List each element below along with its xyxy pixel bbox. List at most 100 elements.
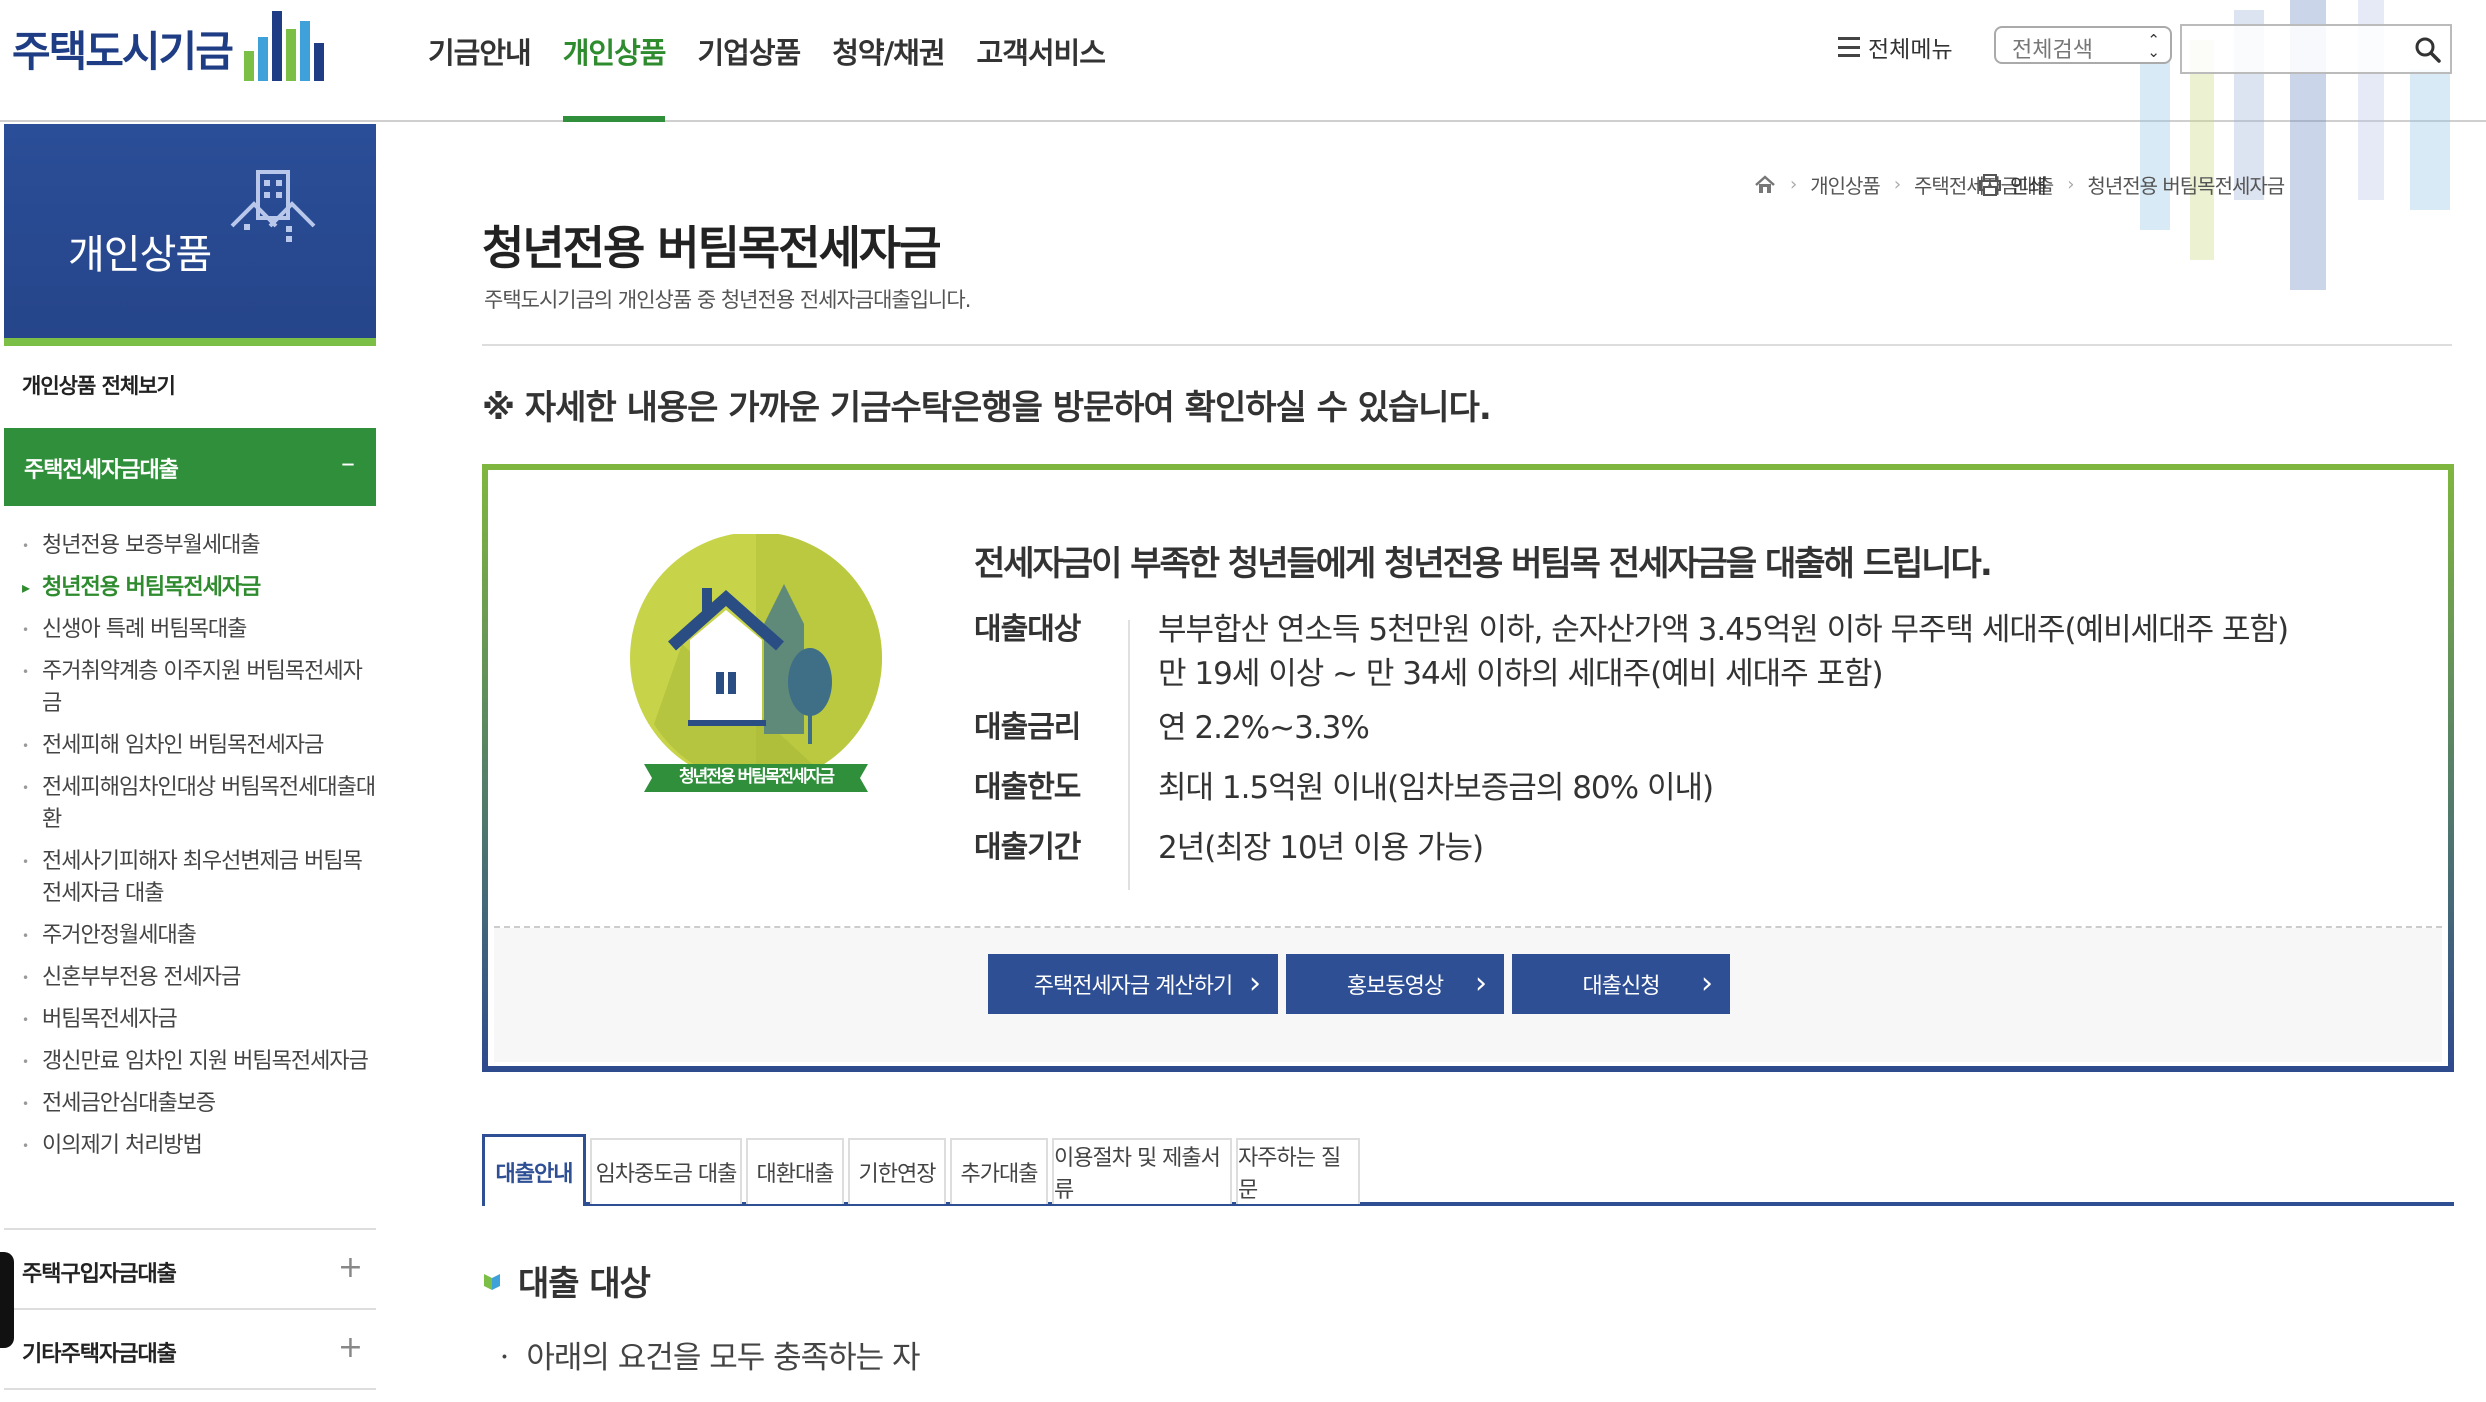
side-handle[interactable]	[0, 1252, 14, 1348]
title-divider	[482, 344, 2452, 346]
breadcrumb-current: 청년전용 버팀목전세자금	[2087, 174, 2285, 198]
chevron-right-icon: ›	[1475, 966, 1487, 1001]
lnb-sub-list: 청년전용 보증부월세대출 청년전용 버팀목전세자금 신생아 특례 버팀목대출 주…	[22, 530, 376, 1172]
promo-video-button[interactable]: 홍보동영상 ›	[1286, 954, 1504, 1014]
lnb-sub-item[interactable]: 전세사기피해자 최우선변제금 버팀목 전세자금 대출	[22, 846, 376, 910]
tab-procedure-documents[interactable]: 이용절차 및 제출서류	[1052, 1138, 1232, 1204]
section-heading: 대출 대상	[482, 1256, 651, 1305]
button-label: 홍보동영상	[1346, 974, 1444, 999]
tab-faq[interactable]: 자주하는 질문	[1236, 1138, 1360, 1204]
lnb-sub-item[interactable]: 버팀목전세자금	[22, 1004, 376, 1036]
section-title: 대출 대상	[518, 1264, 651, 1304]
lnb-group-other-loan[interactable]: 기타주택자금대출 +	[22, 1330, 363, 1368]
lnb-sub-item[interactable]: 전세금안심대출보증	[22, 1088, 376, 1120]
logo-text: 주택도시기금	[12, 26, 234, 76]
tab-interim-payment[interactable]: 임차중도금 대출	[590, 1138, 742, 1204]
card-headline: 전세자금이 부족한 청년들에게 청년전용 버팀목 전세자금을 대출해 드립니다.	[974, 544, 1993, 584]
expand-icon: +	[337, 1330, 363, 1365]
logo-mark-icon	[242, 9, 332, 87]
gnb-customer-service[interactable]: 고객서비스	[977, 30, 1106, 122]
lnb-sub-item[interactable]: 갱신만료 임차인 지원 버팀목전세자금	[22, 1046, 376, 1078]
info-value: 최대 1.5억원 이내(임차보증금의 80% 이내)	[1158, 770, 1714, 806]
search-scope-value: 전체검색	[2012, 38, 2093, 63]
info-label: 대출대상	[974, 612, 1081, 647]
expand-icon: +	[337, 1250, 363, 1285]
info-value-line: 부부합산 연소득 5천만원 이하, 순자산가액 3.45억원 이하 무주택 세대…	[1158, 612, 2289, 648]
lnb-group-jeonse-loan[interactable]: 주택전세자금대출 –	[4, 428, 376, 506]
left-nav: 개인상품 개인상품 전체보기 주택전세자금대출 – 청년전용 보증부월세대출 청…	[0, 122, 378, 1402]
calculator-button[interactable]: 주택전세자금 계산하기 ›	[988, 954, 1278, 1014]
collapse-icon: –	[341, 446, 355, 479]
printer-icon	[1979, 173, 2001, 196]
info-row-period: 대출기간 2년(최장 10년 이용 가능)	[974, 826, 2424, 870]
button-label: 주택전세자금 계산하기	[1033, 974, 1233, 999]
gnb-subscription-bonds[interactable]: 청약/채권	[832, 30, 945, 122]
lnb-sub-item[interactable]: 전세피해 임차인 버팀목전세자금	[22, 730, 376, 762]
loan-info-table: 대출대상 부부합산 연소득 5천만원 이하, 순자산가액 3.45억원 이하 무…	[974, 608, 2424, 870]
site-header: 주택도시기금 기금안내 개인상품 기업상품 청약/채권 고객서비스 전체메뉴 전…	[0, 0, 2486, 290]
info-value: 연 2.2%~3.3%	[1158, 710, 1370, 746]
lnb-group-label: 주택구입자금대출	[22, 1262, 177, 1287]
badge-label: 청년전용 버팀목전세자금	[679, 767, 835, 787]
gnb-corporate-products[interactable]: 기업상품	[697, 30, 801, 122]
info-value: 부부합산 연소득 5천만원 이하, 순자산가액 3.45억원 이하 무주택 세대…	[1134, 608, 2289, 696]
lnb-divider	[4, 1228, 376, 1230]
lnb-banner-accent	[4, 338, 376, 346]
lnb-all-products-link[interactable]: 개인상품 전체보기	[22, 370, 176, 400]
breadcrumb-item[interactable]: 개인상품	[1810, 170, 1881, 199]
tab-extension[interactable]: 기한연장	[848, 1138, 946, 1204]
gnb-fund-info[interactable]: 기금안내	[428, 30, 532, 122]
notice-text: ※ 자세한 내용은 가까운 기금수탁은행을 방문하여 확인하실 수 있습니다.	[482, 388, 1492, 428]
lnb-group-purchase-loan[interactable]: 주택구입자금대출 +	[22, 1250, 363, 1288]
lnb-sub-item[interactable]: 전세피해임차인대상 버팀목전세대출대환	[22, 772, 376, 836]
all-menu-label: 전체메뉴	[1868, 37, 1953, 63]
lnb-sub-item[interactable]: 주거안정월세대출	[22, 920, 376, 952]
page-title: 청년전용 버팀목전세자금	[482, 221, 942, 275]
lnb-sub-item[interactable]: 이의제기 처리방법	[22, 1130, 376, 1162]
select-arrows-icon: ⌃ ⌄	[2147, 31, 2160, 61]
button-label: 대출신청	[1582, 974, 1661, 999]
home-icon[interactable]	[1754, 174, 1776, 195]
info-row-rate: 대출금리 연 2.2%~3.3%	[974, 706, 2424, 750]
tab-refinance[interactable]: 대환대출	[746, 1138, 844, 1204]
search-input[interactable]	[2180, 24, 2452, 74]
lnb-sub-item[interactable]: 청년전용 보증부월세대출	[22, 530, 376, 562]
lnb-banner-title: 개인상품	[68, 232, 212, 278]
tab-loan-guide[interactable]: 대출안내	[482, 1134, 586, 1206]
site-logo[interactable]: 주택도시기금	[12, 8, 332, 88]
lnb-group-label: 주택전세자금대출	[24, 458, 179, 483]
info-label: 대출한도	[974, 770, 1081, 805]
lnb-sub-item-active[interactable]: 청년전용 버팀목전세자금	[22, 572, 376, 604]
tab-additional-loan[interactable]: 추가대출	[950, 1138, 1048, 1204]
info-row-limit: 대출한도 최대 1.5억원 이내(임차보증금의 80% 이내)	[974, 766, 2424, 810]
hamburger-icon	[1838, 37, 1860, 57]
section-list-item: ㆍ 아래의 요건을 모두 충족하는 자	[490, 1340, 921, 1376]
all-menu-button[interactable]: 전체메뉴	[1838, 30, 1953, 64]
print-button[interactable]: 인쇄	[1978, 170, 2047, 199]
info-row-target: 대출대상 부부합산 연소득 5천만원 이하, 순자산가액 3.45억원 이하 무…	[974, 608, 2424, 696]
info-value: 2년(최장 10년 이용 가능)	[1158, 830, 1484, 866]
lnb-sub-item[interactable]: 신혼부부전용 전세자금	[22, 962, 376, 994]
building-icon	[230, 170, 316, 242]
info-label: 대출기간	[974, 830, 1081, 865]
chevron-right-icon: ›	[1249, 966, 1261, 1001]
lnb-sub-item[interactable]: 주거취약계층 이주지원 버팀목전세자금	[22, 656, 376, 720]
lnb-sub-item[interactable]: 신생아 특례 버팀목대출	[22, 614, 376, 646]
search-scope-select[interactable]: 전체검색 ⌃ ⌄	[1994, 26, 2172, 64]
chevron-right-icon: ›	[1893, 174, 1901, 195]
lnb-banner: 개인상품	[4, 124, 376, 346]
chevron-right-icon: ›	[1790, 174, 1797, 195]
search-icon[interactable]	[2414, 36, 2442, 64]
card-dashed-divider	[494, 926, 2442, 928]
chevron-right-icon: ›	[1701, 966, 1713, 1001]
main-content: › 개인상품 › 주택전세자금대출 › 청년전용 버팀목전세자금 인쇄 청년전용…	[378, 122, 2486, 1402]
lnb-divider	[4, 1308, 376, 1310]
global-nav: 기금안내 개인상품 기업상품 청약/채권 고객서비스	[428, 30, 1106, 122]
content-tabs: 대출안내 임차중도금 대출 대환대출 기한연장 추가대출 이용절차 및 제출서류…	[482, 1128, 2454, 1206]
gnb-personal-products[interactable]: 개인상품	[562, 30, 666, 122]
apply-loan-button[interactable]: 대출신청 ›	[1512, 954, 1730, 1014]
lnb-divider	[4, 1388, 376, 1390]
product-badge-image	[630, 534, 882, 792]
print-label: 인쇄	[2010, 174, 2047, 198]
page-description: 주택도시기금의 개인상품 중 청년전용 전세자금대출입니다.	[484, 288, 971, 312]
